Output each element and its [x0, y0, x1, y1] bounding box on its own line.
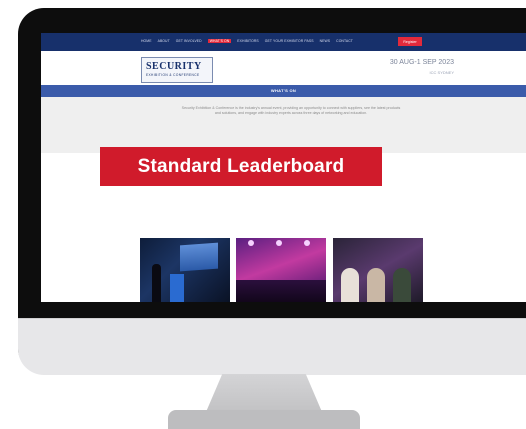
ad-banner: Standard Leaderboard: [100, 147, 382, 186]
podium: [170, 274, 184, 302]
stage-light: [248, 240, 254, 246]
nav-item[interactable]: CONTACT: [336, 39, 353, 43]
presentation-screen: [180, 242, 218, 272]
site-header: SECURITY EXHIBITION & CONFERENCE 30 AUG-…: [41, 51, 526, 89]
top-navigation: HOME ABOUT GET INVOLVED WHAT'S ON EXHIBITORS…: [41, 33, 526, 51]
stage-light: [276, 240, 282, 246]
attendee-figure: [341, 268, 359, 302]
whats-on-title: WHAT'S ON: [270, 88, 297, 93]
event-venue: ICC SYDNEY: [429, 70, 454, 75]
nav-item[interactable]: GET INVOLVED: [176, 39, 202, 43]
whats-on-bar: WHAT'S ON: [41, 85, 526, 97]
crowd: [236, 280, 326, 302]
speaker-figure: [152, 264, 161, 302]
nav-item[interactable]: WHAT'S ON: [207, 39, 232, 43]
nav-item[interactable]: NEWS: [320, 39, 331, 43]
logo-wordmark: SECURITY: [146, 61, 202, 72]
event-date: 30 AUG-1 SEP 2023: [389, 59, 454, 66]
monitor-base: [168, 410, 360, 429]
event-photo-stage[interactable]: [236, 238, 326, 302]
banner-label: Standard Leaderboard: [137, 155, 345, 177]
register-button[interactable]: Register: [398, 37, 422, 46]
intro-section: Security Exhibition & Conference is the …: [41, 97, 526, 153]
monitor-stand: [206, 374, 322, 412]
stage-light: [304, 240, 310, 246]
nav-item[interactable]: ABOUT: [158, 39, 170, 43]
event-photo-networking[interactable]: [333, 238, 423, 302]
logo-tagline: EXHIBITION & CONFERENCE: [146, 73, 200, 77]
nav-item[interactable]: GET YOUR EXHIBITOR PASS: [265, 39, 314, 43]
event-photo-speaker[interactable]: [140, 238, 230, 302]
attendee-figure: [367, 268, 385, 302]
attendee-figure: [393, 268, 411, 302]
nav-item[interactable]: EXHIBITORS: [237, 39, 258, 43]
nav-links: HOME ABOUT GET INVOLVED WHAT'S ON EXHIBITORS…: [141, 39, 353, 43]
monitor-chin: [18, 318, 526, 375]
intro-text: Security Exhibition & Conference is the …: [181, 106, 401, 116]
nav-item[interactable]: HOME: [141, 39, 152, 43]
security-logo[interactable]: SECURITY EXHIBITION & CONFERENCE: [141, 57, 213, 83]
